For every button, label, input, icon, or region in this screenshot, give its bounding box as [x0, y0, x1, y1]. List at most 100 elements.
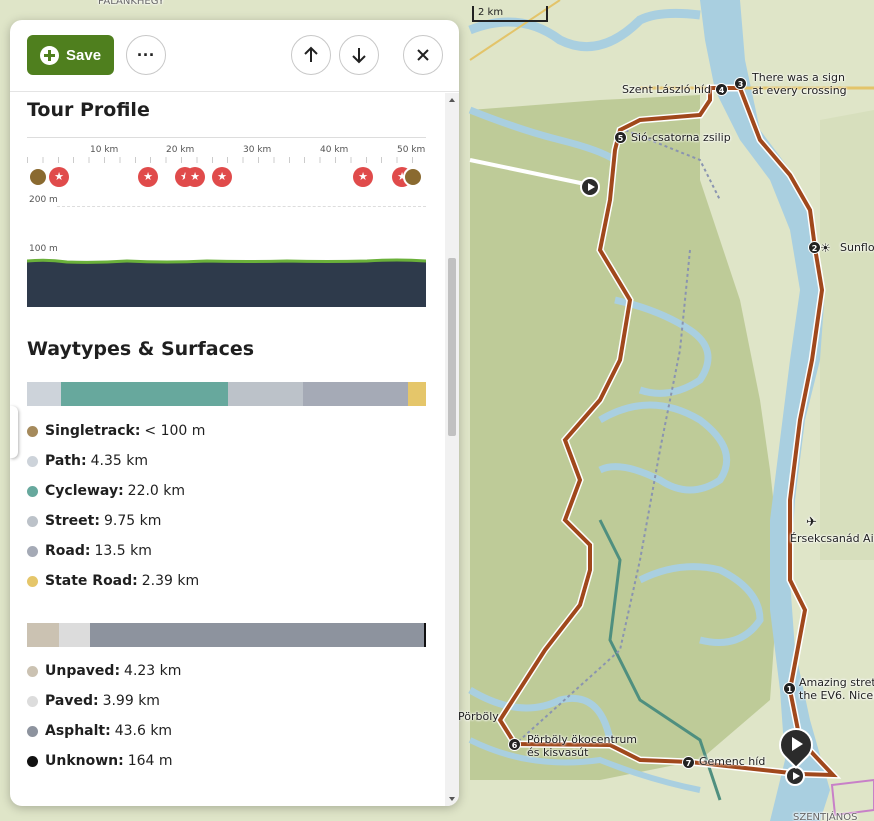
legend-name: State Road:	[45, 573, 138, 589]
legend-dot	[27, 695, 38, 707]
waytype-road[interactable]: Road: 13.5 km	[27, 543, 152, 559]
map-label-sign-note[interactable]: There was a sign at every crossing	[752, 71, 847, 97]
waytype-segment-3[interactable]	[228, 382, 304, 406]
waytype-bar[interactable]	[27, 382, 426, 406]
waytype-segment-2[interactable]	[60, 382, 229, 406]
map-label-szentjanos: SZENTJÁNOS	[793, 812, 858, 821]
highlight-stairs-icon[interactable]	[28, 167, 48, 187]
map-label-sunflower[interactable]: Sunflo	[840, 241, 874, 254]
legend-dot	[27, 725, 38, 737]
sun-icon: ☀	[820, 241, 831, 255]
map-label-porboly-okocentrum[interactable]: Pörböly ökocentrum és kisvasút	[527, 733, 637, 759]
map-scale: 2 km	[472, 6, 548, 22]
surface-paved[interactable]: Paved: 3.99 km	[27, 693, 160, 709]
map-label-gemenc[interactable]: Gemenc híd	[699, 755, 765, 768]
waytype-cycleway[interactable]: Cycleway: 22.0 km	[27, 483, 185, 499]
legend-name: Unpaved:	[45, 663, 121, 679]
scroll-thumb[interactable]	[448, 258, 456, 436]
star-marker-icon[interactable]: ★	[353, 167, 373, 187]
waypoint-1[interactable]: 1	[783, 682, 796, 695]
x-tick-30: 30 km	[243, 145, 272, 155]
legend-value: 3.99 km	[102, 693, 160, 709]
y-grid-200	[57, 206, 426, 207]
waypoint-2[interactable]: 2	[808, 241, 821, 254]
surface-bar[interactable]	[27, 623, 426, 647]
surface-segment-3[interactable]	[423, 623, 426, 647]
surface-unpaved[interactable]: Unpaved: 4.23 km	[27, 663, 181, 679]
map-label-airfield: Érsekcsanád Airfield	[790, 532, 874, 545]
waypoint-6[interactable]: 6	[508, 738, 521, 751]
legend-value: < 100 m	[144, 423, 206, 439]
close-button[interactable]	[403, 35, 443, 75]
start-pin-play-icon	[792, 737, 803, 751]
x-tick-20: 20 km	[166, 145, 195, 155]
scroll-up-arrow-icon[interactable]	[449, 98, 455, 102]
panel-content[interactable]: Tour Profile 10 km 20 km 30 km 40 km 50 …	[10, 93, 445, 806]
waytype-state-road[interactable]: State Road: 2.39 km	[27, 573, 199, 589]
ellipsis-icon: ···	[137, 45, 155, 65]
waytype-path[interactable]: Path: 4.35 km	[27, 453, 148, 469]
legend-dot	[27, 455, 38, 467]
airplane-icon: ✈	[806, 515, 817, 530]
panel-drag-handle[interactable]	[10, 406, 18, 458]
elevation-profile-chart[interactable]	[27, 251, 426, 307]
star-marker-icon[interactable]: ★	[212, 167, 232, 187]
map-label-szent-laszlo[interactable]: Szent László híd	[622, 83, 711, 96]
map-label-palankhegy: PALÁNKHEGY	[98, 0, 165, 7]
move-up-button[interactable]	[291, 35, 331, 75]
map-label-sio-csatorna[interactable]: Sió-csatorna zsilip	[631, 131, 731, 144]
waypoint-5[interactable]: 5	[614, 131, 627, 144]
surface-asphalt[interactable]: Asphalt: 43.6 km	[27, 723, 172, 739]
waytype-segment-4[interactable]	[303, 382, 408, 406]
profile-tick-marks	[27, 157, 426, 163]
waypoint-4[interactable]: 4	[715, 83, 728, 96]
legend-dot	[27, 425, 38, 437]
waytype-segment-1[interactable]	[27, 382, 61, 406]
arrow-up-icon	[304, 46, 318, 62]
waytypes-title: Waytypes & Surfaces	[27, 338, 255, 360]
surface-segment-1[interactable]	[58, 623, 90, 647]
save-button[interactable]: Save	[27, 35, 114, 75]
x-tick-10: 10 km	[90, 145, 119, 155]
profile-axis-line	[27, 137, 426, 138]
waypoint-3[interactable]: 3	[734, 77, 747, 90]
waytype-segment-5[interactable]	[407, 382, 426, 406]
surface-segment-2[interactable]	[89, 623, 424, 647]
panel-scrollbar[interactable]	[445, 93, 459, 806]
legend-dot	[27, 485, 38, 497]
legend-name: Paved:	[45, 693, 99, 709]
x-tick-40: 40 km	[320, 145, 349, 155]
scroll-down-arrow-icon[interactable]	[449, 797, 455, 801]
legend-value: 2.39 km	[141, 573, 200, 589]
legend-name: Singletrack:	[45, 423, 141, 439]
save-button-label: Save	[66, 46, 102, 64]
waytype-singletrack[interactable]: Singletrack: < 100 m	[27, 423, 205, 439]
legend-dot	[27, 755, 38, 767]
plus-circle-icon	[40, 45, 59, 65]
waypoint-7[interactable]: 7	[682, 756, 695, 769]
legend-value: 164 m	[127, 753, 173, 769]
legend-name: Unknown:	[45, 753, 124, 769]
star-marker-icon[interactable]: ★	[49, 167, 69, 187]
star-marker-icon[interactable]: ★	[138, 167, 158, 187]
legend-name: Path:	[45, 453, 87, 469]
legend-value: 4.23 km	[124, 663, 182, 679]
legend-name: Street:	[45, 513, 100, 529]
map-label-amazing[interactable]: Amazing stret the EV6. Nicel	[799, 676, 874, 702]
highlight-stairs-icon[interactable]	[403, 167, 423, 187]
legend-value: 9.75 km	[103, 513, 162, 529]
move-down-button[interactable]	[339, 35, 379, 75]
more-options-button[interactable]: ···	[126, 35, 166, 75]
waytype-street[interactable]: Street: 9.75 km	[27, 513, 161, 529]
legend-value: 43.6 km	[114, 723, 173, 739]
legend-name: Asphalt:	[45, 723, 111, 739]
tour-profile-title: Tour Profile	[27, 99, 150, 121]
legend-dot	[27, 515, 38, 527]
tour-panel: Save ··· Tour Profile 10 km 20 km 30 km …	[10, 20, 459, 806]
legend-dot	[27, 575, 38, 587]
legend-value: 22.0 km	[127, 483, 186, 499]
highlight-play-marker[interactable]	[580, 177, 600, 197]
star-marker-icon[interactable]: ★	[185, 167, 205, 187]
surface-unknown[interactable]: Unknown: 164 m	[27, 753, 173, 769]
surface-segment-0[interactable]	[27, 623, 59, 647]
